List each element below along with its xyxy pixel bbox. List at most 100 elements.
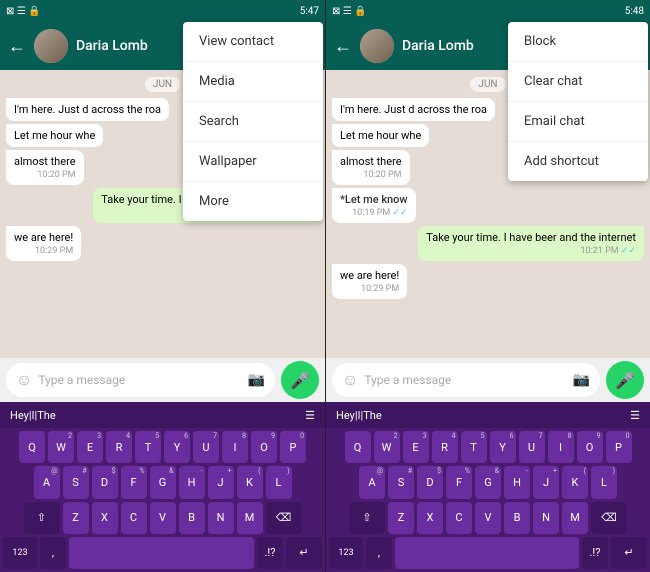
back-button-2[interactable]: ← [334,36,352,57]
key-2-h[interactable]: H- [504,466,530,498]
mic-button-2[interactable]: 🎤 [606,361,644,399]
key-2-123[interactable]: 123 [329,537,363,569]
mic-button-1[interactable]: 🎤 [281,361,319,399]
key-2-t[interactable]: T5 [461,431,487,463]
key-row-2-2: A@ S# D$ F% G& H- J+ K( L) [329,466,647,498]
status-bar-2: ⊠ ☰ 🔒 5:48 [326,0,650,22]
key-2-enter[interactable]: ↵ [611,537,647,569]
menu-item-block[interactable]: Block [508,22,648,61]
menu-item-search[interactable]: Search [183,102,323,141]
key-2-b[interactable]: B [504,502,530,534]
key-2-e[interactable]: E3 [403,431,429,463]
key-b[interactable]: B [179,502,205,534]
key-2-i[interactable]: I8 [548,431,574,463]
key-123[interactable]: 123 [3,537,37,569]
key-2-o[interactable]: O9 [577,431,603,463]
key-y[interactable]: Y6 [164,431,190,463]
key-o[interactable]: O9 [251,431,277,463]
key-k[interactable]: K( [237,466,263,498]
key-2-space[interactable] [395,537,579,569]
menu-item-wallpaper[interactable]: Wallpaper [183,142,323,181]
key-s[interactable]: S# [63,466,89,498]
key-row-2-4: 123 , .!? ↵ [329,537,647,569]
key-2-z[interactable]: Z [388,502,414,534]
key-shift[interactable]: ⇧ [24,502,60,534]
key-x[interactable]: X [92,502,118,534]
key-space[interactable] [69,537,254,569]
key-2-c[interactable]: C [446,502,472,534]
key-2-v[interactable]: V [475,502,501,534]
key-l[interactable]: L) [266,466,292,498]
key-2-shift[interactable]: ⇧ [349,502,385,534]
menu-item-email-chat[interactable]: Email chat [508,102,648,141]
key-2-j[interactable]: J+ [533,466,559,498]
key-h[interactable]: H- [179,466,205,498]
keyboard-settings-icon-1[interactable]: ☰ [305,409,315,422]
key-comma[interactable]: , [40,537,66,569]
key-2-k[interactable]: K( [562,466,588,498]
camera-icon-1[interactable]: 📷 [248,372,265,388]
menu-item-media[interactable]: Media [183,62,323,101]
keyboard-suggestion-the-1[interactable]: The [37,409,55,422]
key-j[interactable]: J+ [208,466,234,498]
key-v[interactable]: V [150,502,176,534]
key-2-m[interactable]: M [562,502,588,534]
key-e[interactable]: E3 [77,431,103,463]
key-2-s[interactable]: S# [388,466,414,498]
key-m[interactable]: M [237,502,263,534]
key-2-l[interactable]: L) [591,466,617,498]
key-enter[interactable]: ↵ [286,537,322,569]
key-2-comma[interactable]: , [366,537,392,569]
key-q[interactable]: Q [19,431,45,463]
keyboard-settings-icon-2[interactable]: ☰ [630,409,640,422]
emoji-icon-2[interactable]: ☺ [342,370,358,390]
key-2-y[interactable]: Y6 [490,431,516,463]
menu-item-more[interactable]: More [183,182,323,221]
key-2-g[interactable]: G& [475,466,501,498]
key-2-d[interactable]: D$ [417,466,443,498]
key-2-u[interactable]: U7 [519,431,545,463]
keyboard-suggestion-the-2[interactable]: The [363,409,381,422]
key-w[interactable]: W2 [48,431,74,463]
key-2-backspace[interactable]: ⌫ [591,502,627,534]
chat-input-bar-1: ☺ Type a message 📷 🎤 [0,358,325,402]
starred-ticks-2: ✓✓ [393,208,408,218]
key-2-f[interactable]: F% [446,466,472,498]
key-g[interactable]: G& [150,466,176,498]
menu-item-add-shortcut[interactable]: Add shortcut [508,142,648,181]
key-i[interactable]: I8 [222,431,248,463]
menu-item-clear-chat[interactable]: Clear chat [508,62,648,101]
key-2-p[interactable]: P0 [606,431,632,463]
starred-text-2: *Let me know [340,193,408,206]
key-period[interactable]: .!? [257,537,283,569]
status-left-1: ⊠ ☰ 🔒 [6,6,41,17]
key-2-a[interactable]: A@ [359,466,385,498]
input-field-1[interactable]: ☺ Type a message 📷 [6,363,275,397]
key-r[interactable]: R4 [106,431,132,463]
key-z[interactable]: Z [63,502,89,534]
keyboard-suggestion-hey-1[interactable]: Hey [10,409,29,422]
key-u[interactable]: U7 [193,431,219,463]
key-2-w[interactable]: W2 [374,431,400,463]
key-p[interactable]: P0 [280,431,306,463]
camera-icon-2[interactable]: 📷 [573,372,590,388]
key-2-n[interactable]: N [533,502,559,534]
emoji-icon-1[interactable]: ☺ [16,370,32,390]
avatar-image-1 [34,29,68,63]
menu-item-view-contact[interactable]: View contact [183,22,323,61]
key-a[interactable]: A@ [34,466,60,498]
back-button-1[interactable]: ← [8,36,26,57]
key-n[interactable]: N [208,502,234,534]
key-2-q[interactable]: Q [345,431,371,463]
key-backspace[interactable]: ⌫ [266,502,302,534]
key-d[interactable]: D$ [92,466,118,498]
key-t[interactable]: T5 [135,431,161,463]
keyboard-suggestion-hey-2[interactable]: Hey [336,409,355,422]
input-field-2[interactable]: ☺ Type a message 📷 [332,363,600,397]
key-2-x[interactable]: X [417,502,443,534]
key-f[interactable]: F% [121,466,147,498]
phone-panel-2: ⊠ ☰ 🔒 5:48 ← Daria Lomb ⋮ Block Clear ch… [325,0,650,572]
key-c[interactable]: C [121,502,147,534]
key-2-r[interactable]: R4 [432,431,458,463]
key-2-period[interactable]: .!? [582,537,608,569]
